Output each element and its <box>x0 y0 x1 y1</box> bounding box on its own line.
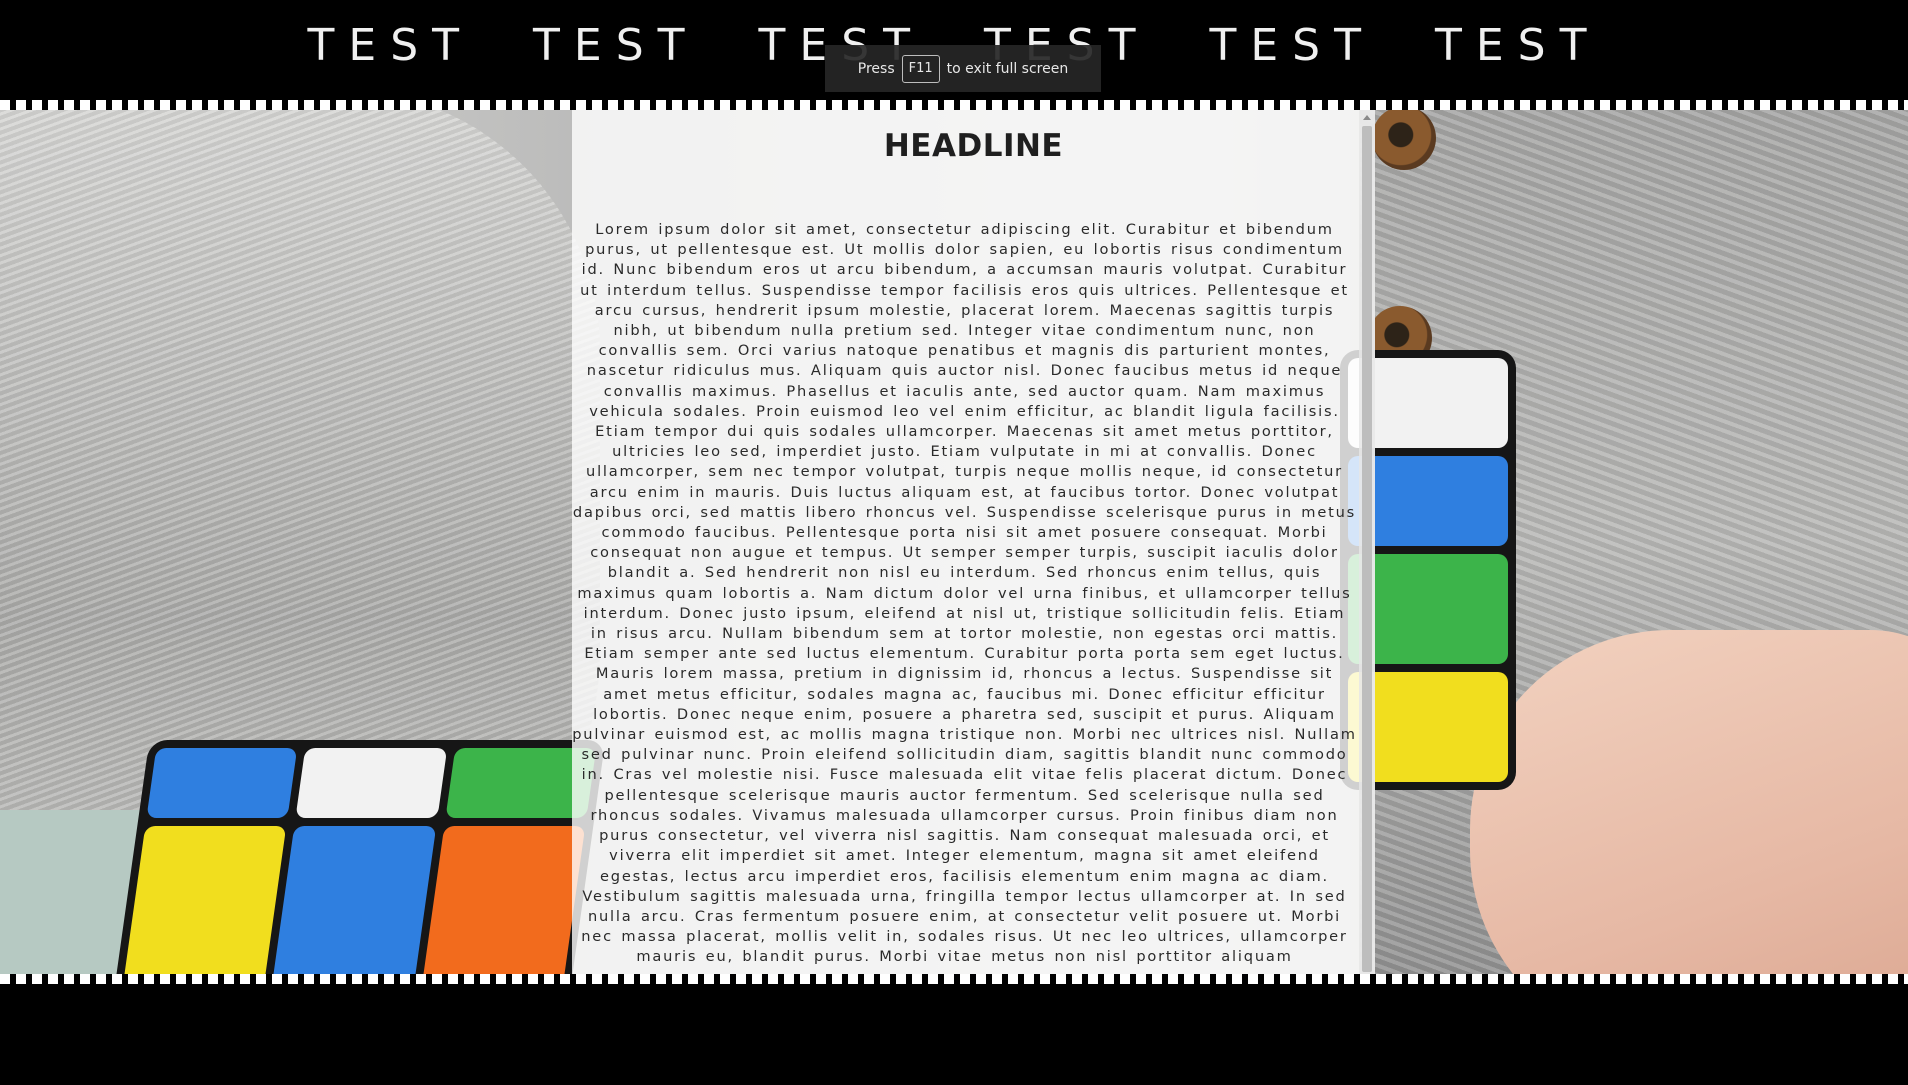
fullscreen-notice: Press F11 to exit full screen <box>825 45 1101 92</box>
fullscreen-notice-prefix: Press <box>857 60 895 77</box>
nav-item-test-6[interactable]: TEST <box>1435 14 1600 78</box>
cube-sticker-blue <box>146 748 298 818</box>
photo-right-hand <box>1470 630 1908 974</box>
film-strip-border-top <box>0 100 1908 110</box>
cube-sticker-yellow <box>119 826 287 974</box>
triangle-up-icon[interactable] <box>1359 110 1375 124</box>
nav-item-test-1[interactable]: TEST <box>308 14 473 78</box>
article-body: Lorem ipsum dolor sit amet, consectetur … <box>572 221 1357 966</box>
nav-item-test-2[interactable]: TEST <box>533 14 698 78</box>
photo-rubiks-cube-left <box>110 740 606 974</box>
f11-key-badge: F11 <box>901 54 940 83</box>
article-headline: HEADLINE <box>883 128 1064 164</box>
nav-item-test-5[interactable]: TEST <box>1209 14 1374 78</box>
article-panel: HEADLINE Lorem ipsum dolor sit amet, con… <box>572 110 1375 974</box>
cube-sticker-white <box>295 748 447 818</box>
bottom-bar <box>0 984 1908 1085</box>
cube-sticker-orange <box>418 826 586 974</box>
film-strip-border-bottom <box>0 974 1908 984</box>
scrollbar-thumb[interactable] <box>1362 126 1372 972</box>
page: TEST TEST TEST TEST TEST TEST <box>0 0 1908 1085</box>
fullscreen-notice-suffix: to exit full screen <box>946 60 1069 77</box>
cube-sticker-blue <box>269 826 436 974</box>
article-scrollbar[interactable] <box>1359 110 1375 974</box>
